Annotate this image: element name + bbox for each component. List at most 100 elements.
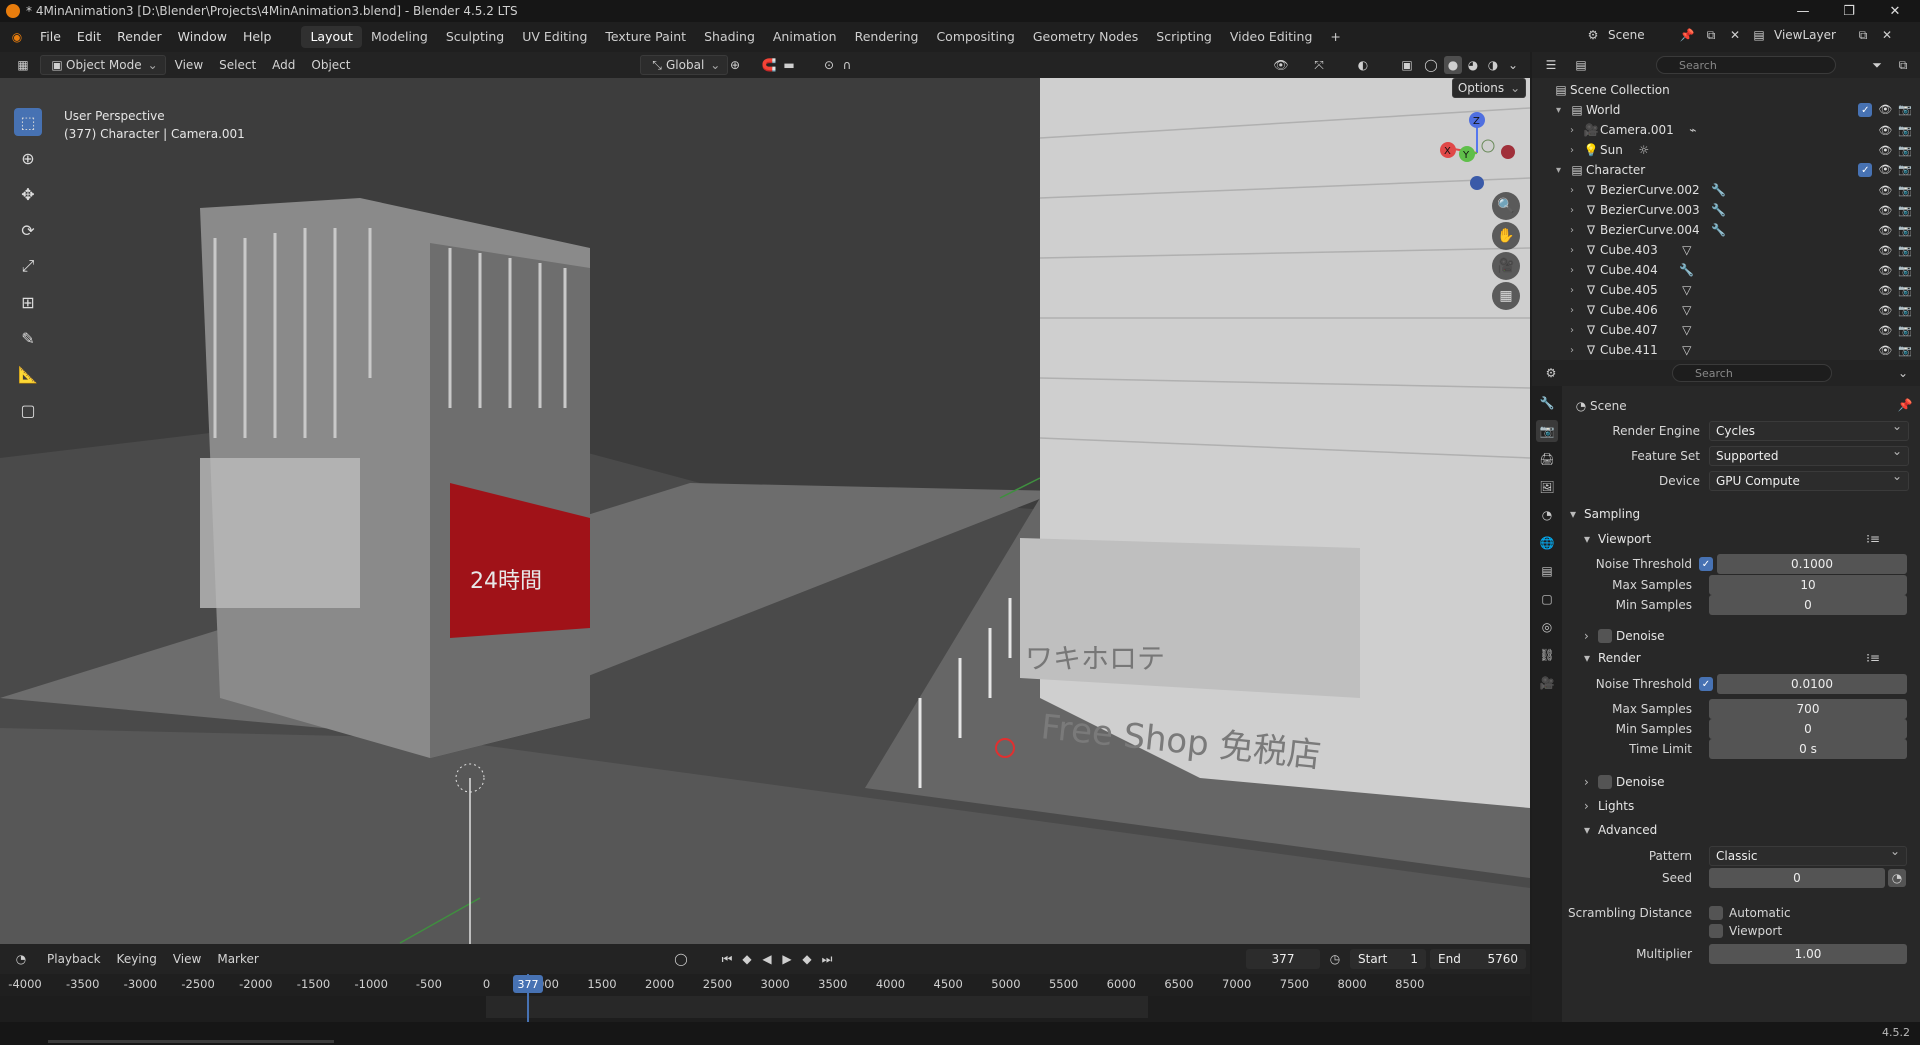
render-tab-icon[interactable]: 📷 [1536,420,1558,442]
eye-icon[interactable]: 👁 [1878,184,1892,197]
navigation-gizmo[interactable]: Z X Y [1430,108,1520,198]
new-scene-icon[interactable]: ⧉ [1702,26,1720,44]
render-icon[interactable]: 📷 [1898,244,1912,257]
gizmo-icon[interactable]: ⤧ [1310,56,1328,74]
options-dropdown[interactable]: Options ⌄ [1452,78,1526,98]
lights-panel-header[interactable]: › Lights [1584,796,1634,816]
camera-view-icon[interactable]: 🎥 [1492,252,1520,280]
render-icon[interactable]: 📷 [1898,304,1912,317]
animate-seed-icon[interactable]: ◔ [1888,869,1906,887]
cursor-tool-icon[interactable]: ⊕ [14,144,42,172]
mode-dropdown[interactable]: ▣ Object Mode ⌄ [40,55,166,75]
end-frame-field[interactable]: End 5760 [1430,949,1526,969]
output-tab-icon[interactable]: 🖨 [1536,448,1558,470]
ortho-toggle-icon[interactable]: ▦ [1492,282,1520,310]
next-keyframe-icon[interactable]: ◆ [798,950,816,968]
render-icon[interactable]: 📷 [1898,324,1912,337]
menu-timeline-view[interactable]: View [166,949,208,969]
menu-window[interactable]: Window [170,26,235,48]
eye-icon[interactable]: 👁 [1878,163,1892,177]
presets-icon[interactable]: ⁝≡ [1864,649,1882,667]
render-noise-threshold-checkbox[interactable]: ✓ [1699,677,1713,691]
eye-icon[interactable]: 👁 [1878,124,1892,137]
eye-icon[interactable]: 👁 [1878,304,1892,317]
minimize-button[interactable]: — [1780,0,1826,22]
exclude-checkbox[interactable]: ✓ [1858,103,1873,117]
timeline-ruler[interactable]: -4000 -3500 -3000 -2500 -2000 -1500 -1000 -500 0… [0,974,1530,996]
outliner-row-object[interactable]: › ∇ Cube.404 🔧 👁 📷 [1532,260,1920,280]
render-denoise-panel-header[interactable]: › Denoise [1584,772,1665,792]
outliner-row-character[interactable]: ▾ ▤ Character ✓ 👁 📷 [1532,160,1920,180]
timeline-editor-icon[interactable]: ◔ [12,950,30,968]
render-icon[interactable]: 📷 [1898,204,1912,217]
tab-scripting[interactable]: Scripting [1147,26,1221,48]
current-frame-field[interactable]: 377 [1246,949,1320,969]
expand-icon[interactable]: ▾ [1556,165,1568,176]
pin-icon[interactable]: 📌 [1896,396,1914,414]
eye-icon[interactable]: 👁 [1878,244,1892,257]
outliner-editor-icon[interactable]: ☰ [1542,56,1560,74]
xray-icon[interactable]: ▣ [1398,56,1416,74]
zoom-icon[interactable]: 🔍 [1492,192,1520,220]
expand-icon[interactable]: ▾ [1556,105,1568,116]
outliner-row-object[interactable]: › ∇ Cube.403 ▽ 👁 📷 [1532,240,1920,260]
render-denoise-checkbox[interactable] [1598,775,1612,789]
constraints-tab-icon[interactable]: ⛓ [1536,644,1558,666]
menu-add[interactable]: Add [265,55,302,75]
rendered-shading-icon[interactable]: ◑ [1484,56,1502,74]
menu-file[interactable]: File [32,26,69,48]
falloff-icon[interactable]: ∩ [838,56,856,74]
physics-tab-icon[interactable]: ◎ [1536,616,1558,638]
menu-help[interactable]: Help [235,26,280,48]
prev-keyframe-icon[interactable]: ◆ [738,950,756,968]
tab-animation[interactable]: Animation [764,26,846,48]
add-workspace-button[interactable]: + [1321,26,1349,48]
viewport-denoise-checkbox[interactable] [1598,629,1612,643]
playhead-frame-badge[interactable]: 377 [513,975,543,993]
play-icon[interactable]: ▶ [778,950,796,968]
eye-icon[interactable]: 👁 [1878,344,1892,357]
outliner-row-object[interactable]: › ∇ Cube.405 ▽ 👁 📷 [1532,280,1920,300]
scene-tab-icon[interactable]: ◔ [1536,504,1558,526]
eye-icon[interactable]: 👁 [1878,284,1892,297]
automatic-toggle[interactable]: Automatic [1709,903,1791,923]
render-max-samples-field[interactable]: 700 [1709,699,1907,719]
wireframe-shading-icon[interactable]: ◯ [1422,56,1440,74]
automatic-checkbox[interactable] [1709,906,1723,920]
jump-end-icon[interactable]: ⏭ [818,950,836,968]
viewport-noise-threshold-checkbox[interactable]: ✓ [1699,557,1713,571]
multiplier-field[interactable]: 1.00 [1709,944,1907,964]
sampling-panel-header[interactable]: ▾ Sampling [1570,504,1640,524]
scrambling-viewport-toggle[interactable]: Viewport [1709,921,1782,941]
play-reverse-icon[interactable]: ◀ [758,950,776,968]
viewport-min-samples-field[interactable]: 0 [1709,595,1907,615]
pan-icon[interactable]: ✋ [1492,222,1520,250]
scale-tool-icon[interactable]: ⤢ [14,252,42,280]
data-tab-icon[interactable]: 🎥 [1536,672,1558,694]
outliner-row-object[interactable]: › ∇ Cube.407 ▽ 👁 📷 [1532,320,1920,340]
select-tool-icon[interactable]: ⬚ [14,108,42,136]
seed-field[interactable]: 0 [1709,868,1885,888]
start-frame-field[interactable]: Start 1 [1350,949,1426,969]
menu-render[interactable]: Render [109,26,170,48]
outliner-row-camera[interactable]: › 🎥 Camera.001 ⌁ 👁 📷 [1532,120,1920,140]
outliner-row-object[interactable]: › ∇ BezierCurve.002 🔧 👁 📷 [1532,180,1920,200]
tab-texture-paint[interactable]: Texture Paint [596,26,695,48]
viewport-max-samples-field[interactable]: 10 [1709,575,1907,595]
render-icon[interactable]: 📷 [1898,103,1912,117]
shading-options-icon[interactable]: ⌄ [1504,56,1522,74]
rotate-tool-icon[interactable]: ⟳ [14,216,42,244]
properties-editor-icon[interactable]: ⚙ [1542,364,1560,382]
view-layer-name[interactable]: ViewLayer [1774,28,1848,42]
render-icon[interactable]: 📷 [1898,344,1912,357]
tab-geometry-nodes[interactable]: Geometry Nodes [1024,26,1147,48]
eye-icon[interactable]: 👁 [1878,204,1892,217]
pivot-icon[interactable]: ⊕ [726,56,744,74]
material-shading-icon[interactable]: ◕ [1464,56,1482,74]
feature-set-dropdown[interactable]: Supported [1709,444,1909,466]
render-icon[interactable]: 📷 [1898,284,1912,297]
tab-compositing[interactable]: Compositing [927,26,1023,48]
menu-edit[interactable]: Edit [69,26,109,48]
presets-icon[interactable]: ⁝≡ [1864,530,1882,548]
add-cube-tool-icon[interactable]: ▢ [14,396,42,424]
